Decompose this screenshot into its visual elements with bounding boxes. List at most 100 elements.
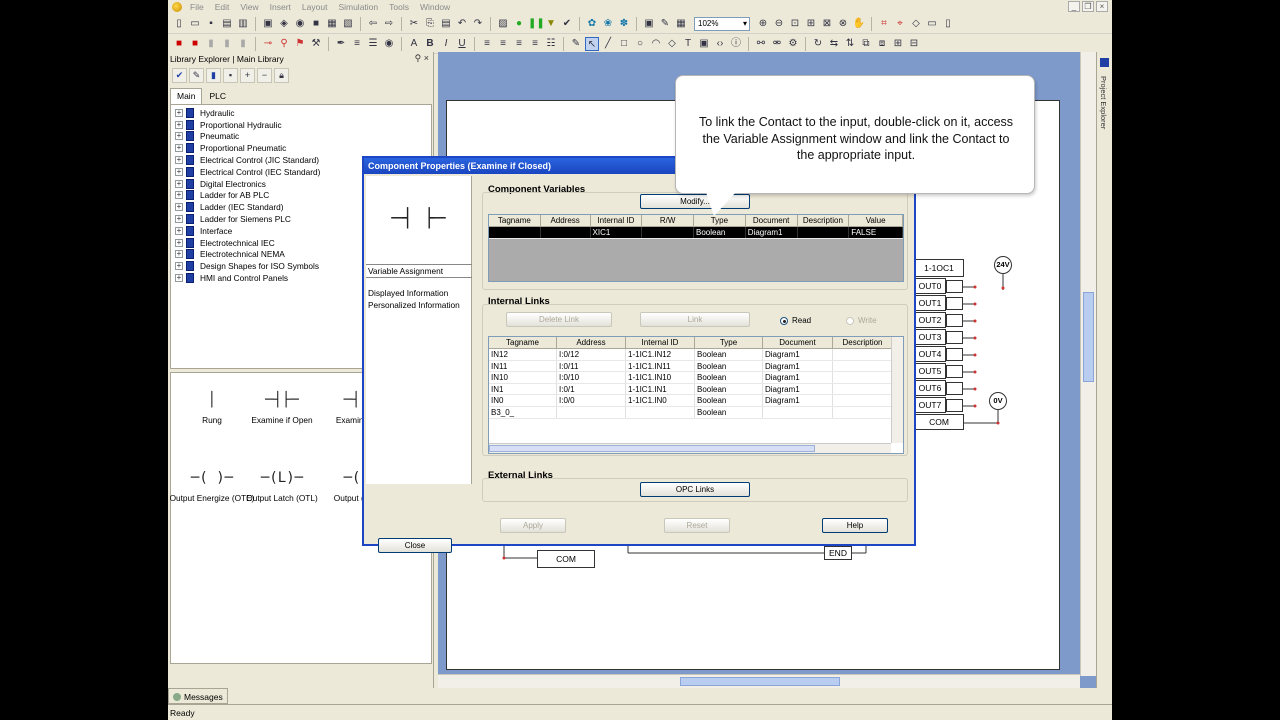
column-header[interactable]: Internal ID <box>591 215 643 226</box>
new-icon[interactable]: ▯ <box>172 17 186 31</box>
output-terminal-box[interactable] <box>946 348 963 361</box>
expand-icon[interactable]: + <box>175 250 183 259</box>
expand-icon[interactable]: + <box>175 226 183 235</box>
output-terminal-box[interactable] <box>946 365 963 378</box>
project-explorer-label[interactable]: Project Explorer <box>1099 76 1108 129</box>
table-row[interactable]: IN11 I:0/11 1-1IC1.IN11 Boolean Diagram1 <box>489 360 903 373</box>
supply-0v-label[interactable]: 0V <box>989 392 1007 410</box>
print-icon[interactable]: ▤ <box>220 17 234 31</box>
expand-icon[interactable]: + <box>175 262 183 271</box>
expand-icon[interactable]: + <box>175 132 183 141</box>
record-icon[interactable]: ■ <box>172 37 186 51</box>
mirror-icon[interactable]: ⇅ <box>843 37 857 51</box>
probe-icon[interactable]: ⚲ <box>277 37 291 51</box>
vertical-scrollbar[interactable] <box>1080 52 1096 676</box>
layer-icon[interactable]: ◇ <box>909 17 923 31</box>
close-panel-icon[interactable]: × <box>424 53 429 63</box>
nav-personalized-information[interactable]: Personalized Information <box>366 300 472 310</box>
sim-play-icon[interactable]: ▮ <box>204 37 218 51</box>
output-terminal-label[interactable]: OUT2 <box>914 312 946 328</box>
zoom-in-icon[interactable]: ⊕ <box>756 17 770 31</box>
line-weight-icon[interactable]: ☰ <box>366 37 380 51</box>
run-icon[interactable]: ● <box>512 17 526 31</box>
internal-links-hscroll-thumb[interactable] <box>489 445 815 452</box>
flip-icon[interactable]: ⇆ <box>827 37 841 51</box>
close-icon[interactable]: × <box>1096 1 1108 12</box>
zoom-area-icon[interactable]: ⊡ <box>788 17 802 31</box>
line-tool-icon[interactable]: ╱ <box>601 37 615 51</box>
close-button[interactable]: Close <box>378 538 452 553</box>
paste-icon[interactable]: ▤ <box>439 17 453 31</box>
output-terminal-label[interactable]: OUT7 <box>914 397 946 413</box>
send-back-icon[interactable]: ⧈ <box>875 37 889 51</box>
column-header[interactable]: Internal ID <box>626 337 695 348</box>
expand-icon[interactable]: + <box>175 144 183 153</box>
tree-item[interactable]: + Hydraulic <box>171 107 431 119</box>
arc-tool-icon[interactable]: ◠ <box>649 37 663 51</box>
tab-plc[interactable]: PLC <box>202 88 233 104</box>
component-variables-table[interactable]: Tagname Address Internal ID R/W Type Document… <box>488 214 904 282</box>
component-lib-icon[interactable]: ⚙ <box>786 37 800 51</box>
column-header[interactable]: Address <box>557 337 626 348</box>
camera-icon[interactable]: ■ <box>309 17 323 31</box>
library-remove-icon[interactable]: − <box>257 68 272 83</box>
read-radio-dot[interactable] <box>780 316 788 325</box>
tree-item[interactable]: + Proportional Hydraulic <box>171 119 431 131</box>
step-icon[interactable]: ✔ <box>560 17 574 31</box>
write-radio[interactable]: Write <box>846 316 877 325</box>
horizontal-scrollbar[interactable] <box>438 674 1080 688</box>
read-radio[interactable]: Read <box>780 316 811 325</box>
tab-main[interactable]: Main <box>170 88 203 104</box>
distribute-icon[interactable]: ⊞ <box>891 37 905 51</box>
component-2-icon[interactable]: ▧ <box>341 17 355 31</box>
bring-front-icon[interactable]: ⧉ <box>859 37 873 51</box>
stop-icon[interactable]: ■ <box>188 37 202 51</box>
project-explorer-strip[interactable]: Project Explorer <box>1096 52 1112 688</box>
column-header[interactable]: Type <box>694 215 746 226</box>
column-header[interactable]: Type <box>695 337 763 348</box>
zoom-page-icon[interactable]: ⊠ <box>820 17 834 31</box>
page-icon[interactable]: ▯ <box>941 17 955 31</box>
nav-displayed-information[interactable]: Displayed Information <box>366 288 472 298</box>
back-icon[interactable]: ⇦ <box>366 17 380 31</box>
menu-insert[interactable]: Insert <box>270 2 291 12</box>
table-row[interactable]: IN1 I:0/1 1-1IC1.IN1 Boolean Diagram1 <box>489 383 903 396</box>
library-add-icon[interactable]: + <box>240 68 255 83</box>
image-icon[interactable]: ▣ <box>642 17 656 31</box>
minimize-icon[interactable]: _ <box>1068 1 1080 12</box>
list-icon[interactable]: ☷ <box>544 37 558 51</box>
reset-button[interactable]: Reset <box>664 518 730 533</box>
expand-icon[interactable]: + <box>175 167 183 176</box>
column-header[interactable]: Address <box>541 215 591 226</box>
column-header[interactable]: Description <box>833 337 893 348</box>
column-header[interactable]: R/W <box>642 215 695 226</box>
expand-icon[interactable]: + <box>175 156 183 165</box>
apply-button[interactable]: Apply <box>500 518 566 533</box>
zoom-select[interactable]: 102% <box>694 16 750 31</box>
simulation-mode-icon[interactable]: ◉ <box>293 17 307 31</box>
output-terminal-box[interactable] <box>946 331 963 344</box>
info-tool-icon[interactable]: ⓘ <box>729 37 743 51</box>
restore-icon[interactable]: ❐ <box>1082 1 1094 12</box>
tool-icon[interactable]: ⚒ <box>309 37 323 51</box>
column-header[interactable]: Document <box>746 215 798 226</box>
menu-tools[interactable]: Tools <box>389 2 409 12</box>
output-terminal-label[interactable]: OUT6 <box>914 380 946 396</box>
pen-icon[interactable]: ✒ <box>334 37 348 51</box>
table-row[interactable]: XIC1 Boolean Diagram1 FALSE <box>489 227 903 239</box>
zoom-out-icon[interactable]: ⊖ <box>772 17 786 31</box>
link-icon[interactable]: ✎ <box>658 17 672 31</box>
component-icon[interactable]: ▦ <box>325 17 339 31</box>
output-terminal-label[interactable]: OUT4 <box>914 346 946 362</box>
align-center-icon[interactable]: ≡ <box>496 37 510 51</box>
paint-icon[interactable]: ✎ <box>569 37 583 51</box>
output-com-label[interactable]: COM <box>914 414 964 430</box>
library-book-icon[interactable]: ▮ <box>206 68 221 83</box>
ellipse-tool-icon[interactable]: ○ <box>633 37 647 51</box>
expand-icon[interactable]: + <box>175 120 183 129</box>
connect-icon[interactable]: ⚯ <box>754 37 768 51</box>
output-terminal-label[interactable]: OUT3 <box>914 329 946 345</box>
open-icon[interactable]: ▭ <box>188 17 202 31</box>
table-icon[interactable]: ▦ <box>674 17 688 31</box>
pause-icon[interactable]: ❚❚ <box>528 17 545 31</box>
